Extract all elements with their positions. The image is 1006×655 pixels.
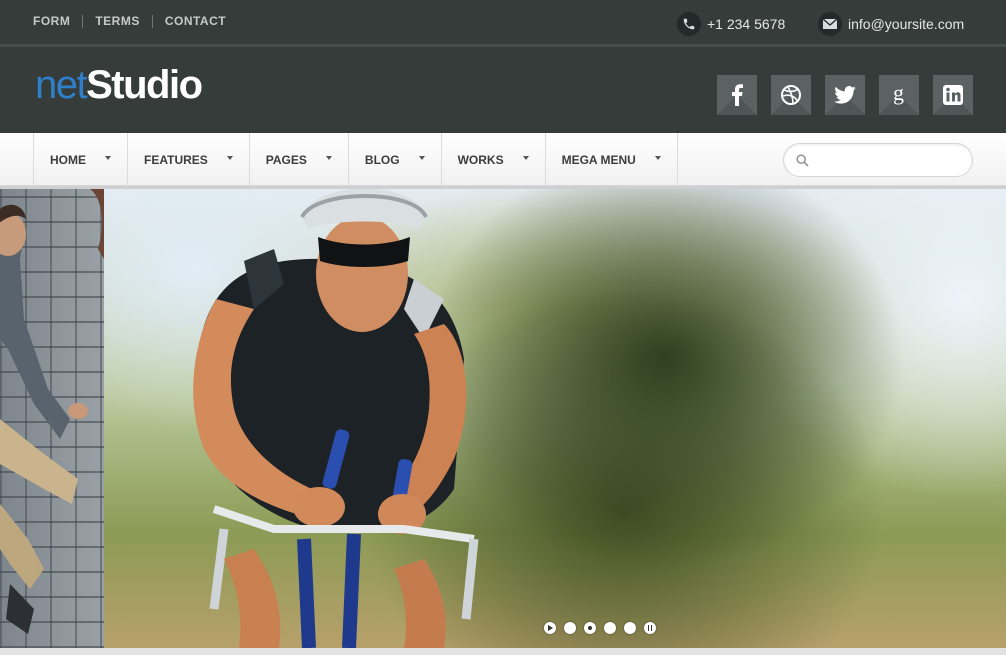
google-plus-icon[interactable]: g [879, 75, 919, 115]
top-link-terms[interactable]: TERMS [95, 14, 140, 28]
email-contact[interactable]: info@yoursite.com [818, 12, 964, 36]
logo[interactable]: netStudio [35, 63, 203, 107]
slider-dot[interactable] [604, 622, 616, 634]
logo-part-studio: Studio [86, 63, 203, 107]
phone-contact[interactable]: +1 234 5678 [677, 12, 785, 36]
nav-item-mega-menu[interactable]: MEGA MENU [544, 133, 678, 186]
dribbble-icon[interactable] [771, 75, 811, 115]
top-link-contact[interactable]: CONTACT [165, 14, 226, 28]
top-bar: FORM TERMS CONTACT +1 234 5678 info@your… [0, 0, 1006, 47]
nav-item-label: BLOG [364, 152, 400, 167]
slider-dot[interactable] [624, 622, 636, 634]
nav-item-label: MEGA MENU [561, 152, 636, 167]
hero-slider [0, 189, 1006, 648]
divider [151, 14, 153, 28]
play-icon[interactable] [544, 622, 556, 634]
search-box [783, 143, 973, 177]
top-links: FORM TERMS CONTACT [33, 14, 226, 28]
nav-item-label: HOME [50, 152, 86, 167]
nav-item-label: PAGES [265, 152, 307, 167]
slider-dot-active[interactable] [584, 622, 596, 634]
pause-icon[interactable] [644, 622, 656, 634]
divider [0, 648, 1006, 655]
search-input[interactable] [814, 150, 964, 170]
search-icon[interactable] [796, 154, 809, 172]
phone-number: +1 234 5678 [707, 16, 786, 32]
logo-part-net: net [35, 63, 88, 107]
nav-item-features[interactable]: FEATURES [127, 133, 249, 186]
nav-item-blog[interactable]: BLOG [347, 133, 441, 186]
top-link-form[interactable]: FORM [33, 14, 70, 28]
previous-slide-image[interactable] [0, 189, 104, 648]
twitter-icon[interactable] [825, 75, 865, 115]
nav-item-works[interactable]: WORKS [440, 133, 545, 186]
email-address: info@yoursite.com [848, 16, 965, 32]
caret-down-icon [226, 155, 233, 160]
caret-down-icon [418, 155, 425, 160]
social-links: g [717, 75, 973, 115]
facebook-icon[interactable] [717, 75, 757, 115]
linkedin-icon[interactable] [933, 75, 973, 115]
header: netStudio g [0, 47, 1006, 133]
caret-down-icon [654, 155, 661, 160]
main-navigation: HOME FEATURES PAGES BLOG WORKS MEGA MENU [0, 133, 1006, 186]
caret-down-icon [522, 155, 529, 160]
nav-item-label: FEATURES [144, 152, 208, 167]
slider-dot[interactable] [564, 622, 576, 634]
mail-icon [818, 12, 842, 36]
phone-icon [677, 12, 701, 36]
divider [82, 14, 84, 28]
nav-item-home[interactable]: HOME [33, 133, 127, 186]
caret-down-icon [105, 155, 111, 160]
caret-down-icon [325, 155, 332, 160]
current-slide-image[interactable] [104, 189, 1006, 648]
slider-pagination [544, 622, 664, 634]
nav-menu: HOME FEATURES PAGES BLOG WORKS MEGA MENU [33, 133, 678, 186]
nav-item-label: WORKS [457, 152, 504, 167]
svg-text:g: g [893, 83, 904, 105]
nav-item-pages[interactable]: PAGES [248, 133, 348, 186]
